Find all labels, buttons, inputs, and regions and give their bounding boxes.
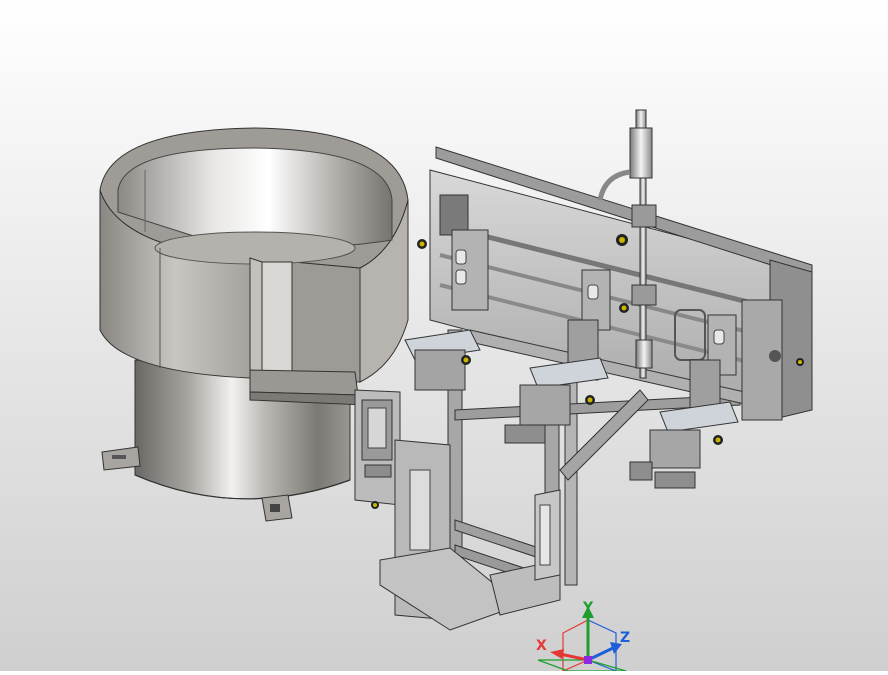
axis-triad[interactable]: X Y Z [528, 598, 648, 671]
cad-viewport[interactable]: X Y Z [0, 0, 888, 671]
x-arrowhead-icon [550, 649, 564, 659]
x-axis-label: X [536, 638, 547, 654]
triad-origin [584, 656, 592, 664]
model-canvas[interactable] [0, 0, 888, 671]
z-axis-label: Z [620, 630, 630, 646]
escapement-unit[interactable] [354, 389, 401, 509]
y-axis-label: Y [582, 600, 594, 616]
x-axis-arrow [559, 652, 589, 662]
